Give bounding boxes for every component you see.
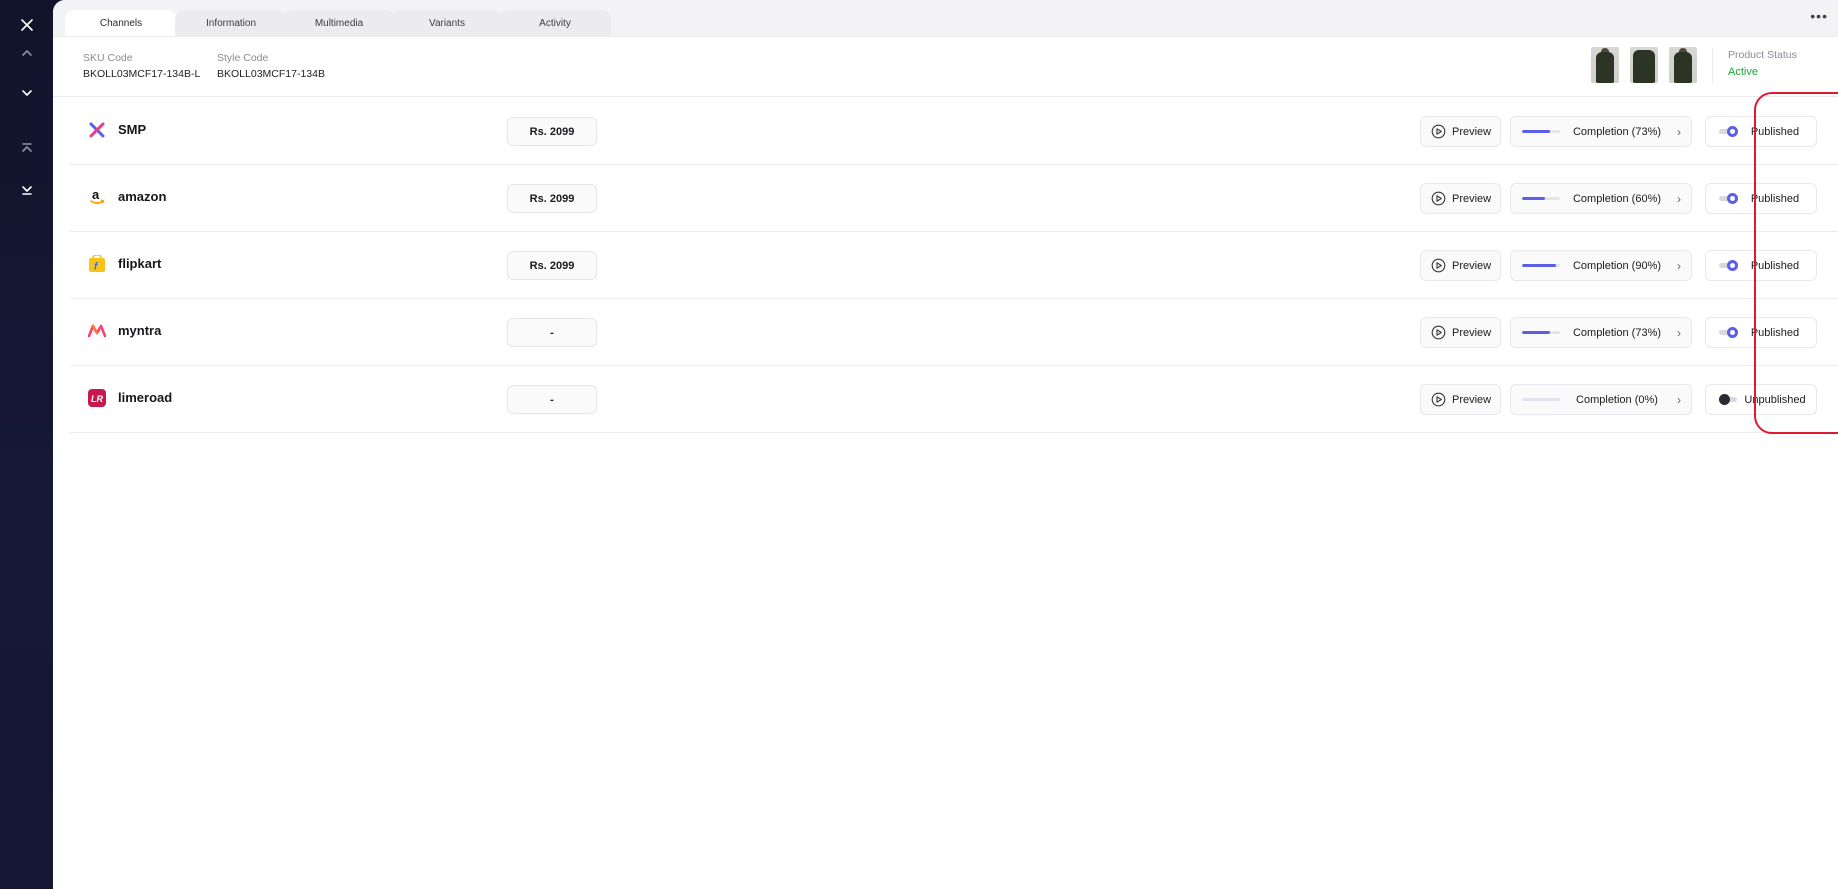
divider bbox=[1712, 48, 1713, 84]
style-code-value: BKOLL03MCF17-134B bbox=[217, 68, 325, 80]
previous-item-button[interactable] bbox=[14, 40, 40, 66]
completion-label: Completion (73%) bbox=[1572, 125, 1662, 138]
completion-label: Completion (0%) bbox=[1576, 393, 1658, 406]
channel-name[interactable]: flipkart bbox=[118, 256, 161, 271]
tab-multimedia[interactable]: Multimedia bbox=[283, 10, 395, 36]
sidebar bbox=[0, 0, 53, 889]
completion-button[interactable]: Completion (90%) › bbox=[1510, 250, 1692, 281]
channel-price: - bbox=[507, 385, 597, 414]
flipkart-logo: f bbox=[88, 255, 106, 273]
svg-text:a: a bbox=[92, 188, 100, 202]
channel-row: f flipkart Rs. 2099 Preview Completion (… bbox=[70, 231, 1838, 299]
tab-bar: Channels Information Multimedia Variants… bbox=[53, 0, 1838, 37]
chevron-right-icon: › bbox=[1677, 191, 1681, 206]
channel-row: myntra - Preview Completion (73%) › Publ… bbox=[70, 298, 1838, 366]
product-panel: Channels Information Multimedia Variants… bbox=[53, 0, 1838, 889]
chevron-right-icon: › bbox=[1677, 392, 1681, 407]
play-circle-icon bbox=[1431, 124, 1446, 139]
svg-text:LR: LR bbox=[91, 394, 103, 404]
completion-progress-bar bbox=[1522, 398, 1560, 401]
style-code-label: Style Code bbox=[217, 52, 269, 64]
channel-row: LR limeroad - Preview Completion (0%) › … bbox=[70, 365, 1838, 433]
channel-price: Rs. 2099 bbox=[507, 117, 597, 146]
myntra-logo bbox=[88, 322, 106, 340]
completion-progress-bar bbox=[1522, 331, 1560, 334]
preview-button[interactable]: Preview bbox=[1420, 317, 1501, 348]
chevron-up-to-line-icon bbox=[22, 143, 32, 152]
amazon-logo: a bbox=[88, 188, 106, 206]
preview-label: Preview bbox=[1452, 192, 1492, 205]
close-button[interactable] bbox=[14, 12, 40, 38]
product-status-label: Product Status bbox=[1728, 49, 1797, 61]
sku-code-label: SKU Code bbox=[83, 52, 133, 64]
channel-row: SMP Rs. 2099 Preview Completion (73%) › … bbox=[70, 97, 1838, 165]
chevron-right-icon: › bbox=[1677, 258, 1681, 273]
chevron-down-to-line-icon bbox=[22, 186, 32, 195]
next-item-button[interactable] bbox=[14, 80, 40, 106]
smp-logo bbox=[88, 121, 106, 139]
last-item-button[interactable] bbox=[14, 177, 40, 203]
publish-status-label: Published bbox=[1750, 192, 1800, 205]
tab-activity[interactable]: Activity bbox=[499, 10, 611, 36]
completion-progress-bar bbox=[1522, 197, 1560, 200]
completion-button[interactable]: Completion (60%) › bbox=[1510, 183, 1692, 214]
channel-price: Rs. 2099 bbox=[507, 251, 597, 280]
publish-status-label: Published bbox=[1750, 125, 1800, 138]
preview-label: Preview bbox=[1452, 259, 1492, 272]
completion-button[interactable]: Completion (73%) › bbox=[1510, 317, 1692, 348]
completion-label: Completion (90%) bbox=[1572, 259, 1662, 272]
product-thumbnail[interactable] bbox=[1630, 47, 1658, 83]
channel-name[interactable]: amazon bbox=[118, 189, 166, 204]
channel-name[interactable]: myntra bbox=[118, 323, 161, 338]
product-thumbnail[interactable] bbox=[1591, 47, 1619, 83]
completion-progress-bar bbox=[1522, 264, 1560, 267]
product-thumbnail[interactable] bbox=[1669, 47, 1697, 83]
publish-status-label: Unpublished bbox=[1744, 393, 1806, 406]
channel-name[interactable]: limeroad bbox=[118, 390, 172, 405]
channel-row: a amazon Rs. 2099 Preview Completion (60… bbox=[70, 164, 1838, 232]
publish-status-label: Published bbox=[1750, 326, 1800, 339]
preview-button[interactable]: Preview bbox=[1420, 384, 1501, 415]
product-status-dropdown[interactable]: Active bbox=[1728, 66, 1758, 78]
completion-button[interactable]: Completion (0%) › bbox=[1510, 384, 1692, 415]
channel-name[interactable]: SMP bbox=[118, 122, 146, 137]
publish-toggle-button[interactable]: Published bbox=[1705, 116, 1817, 147]
sku-code-value: BKOLL03MCF17-134B-L bbox=[83, 68, 201, 80]
chevron-down-icon bbox=[22, 90, 32, 96]
completion-label: Completion (73%) bbox=[1572, 326, 1662, 339]
more-options-button[interactable]: ••• bbox=[1810, 9, 1828, 23]
preview-button[interactable]: Preview bbox=[1420, 183, 1501, 214]
preview-button[interactable]: Preview bbox=[1420, 250, 1501, 281]
close-icon bbox=[21, 19, 33, 31]
completion-label: Completion (60%) bbox=[1572, 192, 1662, 205]
publish-status-label: Published bbox=[1750, 259, 1800, 272]
completion-button[interactable]: Completion (73%) › bbox=[1510, 116, 1692, 147]
preview-button[interactable]: Preview bbox=[1420, 116, 1501, 147]
first-item-button[interactable] bbox=[14, 135, 40, 161]
tab-variants[interactable]: Variants bbox=[391, 10, 503, 36]
preview-label: Preview bbox=[1452, 393, 1492, 406]
completion-progress-bar bbox=[1522, 130, 1560, 133]
publish-toggle-button[interactable]: Published bbox=[1705, 250, 1817, 281]
chevron-right-icon: › bbox=[1677, 124, 1681, 139]
preview-label: Preview bbox=[1452, 326, 1492, 339]
chevron-up-icon bbox=[22, 50, 32, 56]
tab-information[interactable]: Information bbox=[175, 10, 287, 36]
chevron-right-icon: › bbox=[1677, 325, 1681, 340]
preview-label: Preview bbox=[1452, 125, 1492, 138]
limeroad-logo: LR bbox=[88, 389, 106, 407]
publish-toggle-button[interactable]: Unpublished bbox=[1705, 384, 1817, 415]
publish-toggle-button[interactable]: Published bbox=[1705, 183, 1817, 214]
publish-toggle-button[interactable]: Published bbox=[1705, 317, 1817, 348]
tab-channels[interactable]: Channels bbox=[65, 10, 177, 36]
channel-price: - bbox=[507, 318, 597, 347]
play-circle-icon bbox=[1431, 191, 1446, 206]
play-circle-icon bbox=[1431, 258, 1446, 273]
channel-price: Rs. 2099 bbox=[507, 184, 597, 213]
play-circle-icon bbox=[1431, 325, 1446, 340]
play-circle-icon bbox=[1431, 392, 1446, 407]
